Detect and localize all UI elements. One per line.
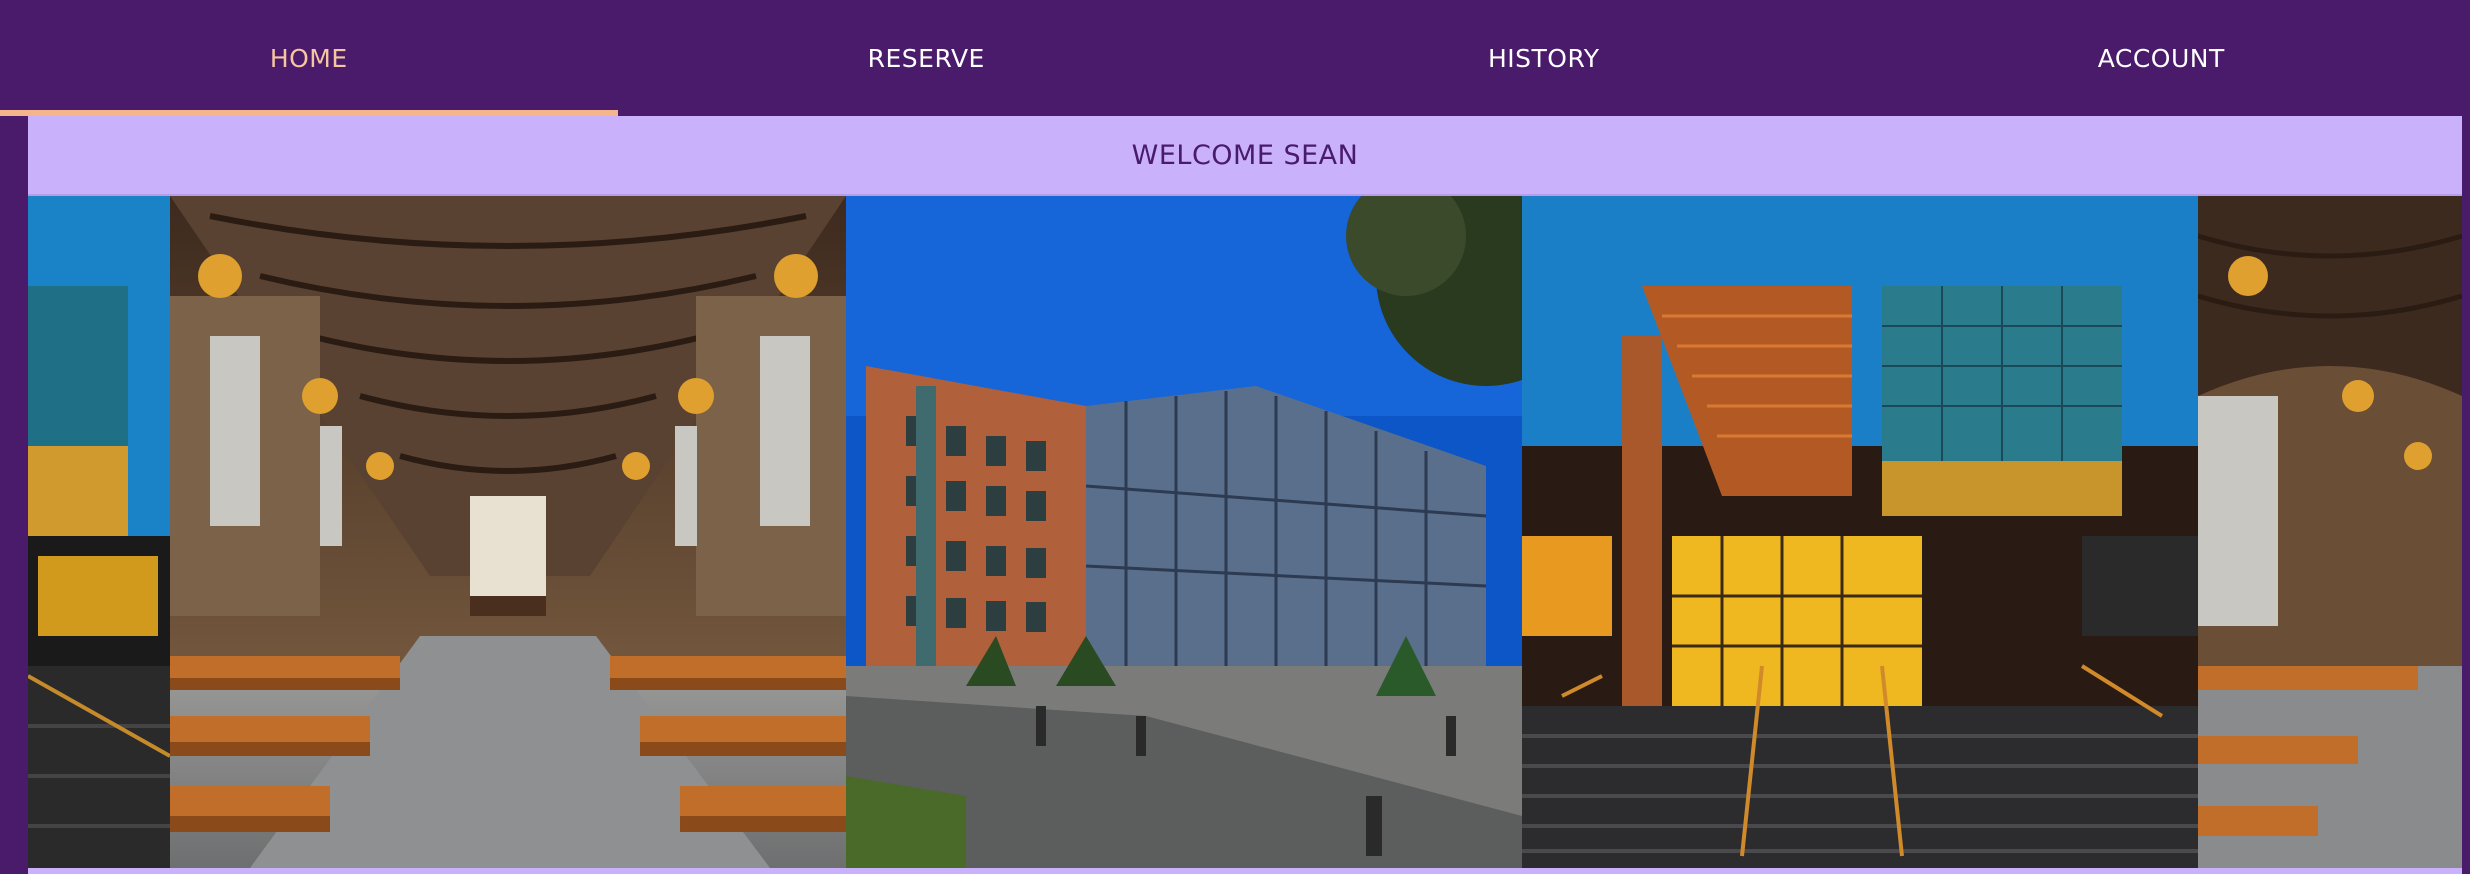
carousel-slide-brick-building <box>846 196 1522 868</box>
image-carousel[interactable] <box>28 196 2462 868</box>
carousel-slide-reading-hall <box>170 196 846 868</box>
content-frame: WELCOME SEAN <box>28 116 2462 874</box>
carousel-slide-partial-right <box>2198 196 2462 868</box>
carousel-slide-modern-building <box>1522 196 2198 868</box>
tab-account[interactable]: ACCOUNT <box>1853 0 2470 116</box>
top-nav: HOME RESERVE HISTORY ACCOUNT <box>0 0 2470 116</box>
welcome-banner: WELCOME SEAN <box>28 116 2462 196</box>
tab-home[interactable]: HOME <box>0 0 618 116</box>
tab-reserve[interactable]: RESERVE <box>618 0 1236 116</box>
tab-history[interactable]: HISTORY <box>1235 0 1853 116</box>
carousel-slide-partial-left <box>28 196 170 868</box>
